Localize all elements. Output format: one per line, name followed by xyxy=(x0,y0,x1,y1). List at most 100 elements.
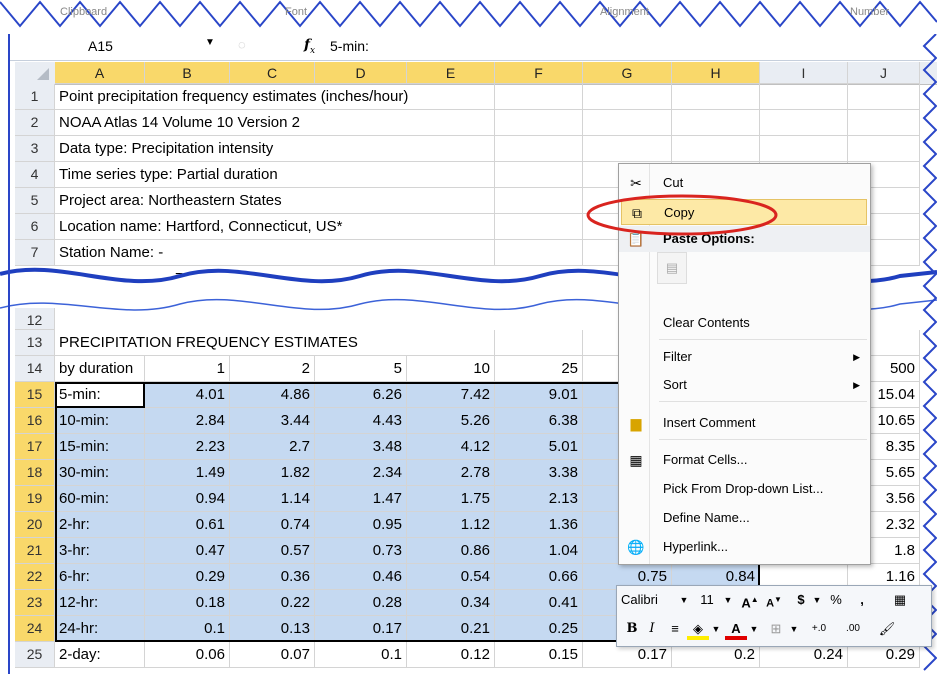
select-all-corner[interactable] xyxy=(15,62,55,84)
chevron-down-icon[interactable]: ▼ xyxy=(677,589,691,611)
cell[interactable] xyxy=(495,214,583,240)
cell-label[interactable]: 2-day: xyxy=(55,642,145,668)
cell-value[interactable]: 1.75 xyxy=(407,486,495,512)
cell-value[interactable]: 3.38 xyxy=(495,460,583,486)
column-header-value[interactable]: 2 xyxy=(230,356,315,382)
cell[interactable] xyxy=(583,84,672,110)
cell-value[interactable]: 0.41 xyxy=(495,590,583,616)
chevron-down-icon[interactable]: ▼ xyxy=(788,618,800,640)
column-header-d[interactable]: D xyxy=(315,62,407,84)
column-header-a[interactable]: A xyxy=(55,62,145,84)
row-header[interactable]: 22 xyxy=(15,564,55,590)
cell-value[interactable]: 0.57 xyxy=(230,538,315,564)
column-header-h[interactable]: H xyxy=(672,62,760,84)
cell-value[interactable]: 0.1 xyxy=(145,616,230,642)
cell-value[interactable]: 7.42 xyxy=(407,382,495,408)
cell-value[interactable]: 0.34 xyxy=(407,590,495,616)
row-header[interactable]: 20 xyxy=(15,512,55,538)
cell-value[interactable]: 4.43 xyxy=(315,408,407,434)
chevron-down-icon[interactable]: ▼ xyxy=(811,589,823,611)
cell-value[interactable]: 4.01 xyxy=(145,382,230,408)
cell-value[interactable]: 0.12 xyxy=(407,642,495,668)
section-title[interactable]: PRECIPITATION FREQUENCY ESTIMATES xyxy=(55,330,407,356)
cell-a4[interactable]: Time series type: Partial duration xyxy=(55,162,407,188)
row-header[interactable]: 12 xyxy=(15,308,55,330)
cell-value[interactable]: 2.7 xyxy=(230,434,315,460)
cell-label[interactable]: 3-hr: xyxy=(55,538,145,564)
row-header[interactable]: 23 xyxy=(15,590,55,616)
cell-value[interactable]: 0.18 xyxy=(145,590,230,616)
row-header[interactable]: 13 xyxy=(15,330,55,356)
column-header-c[interactable]: C xyxy=(230,62,315,84)
cell-label[interactable]: 24-hr: xyxy=(55,616,145,642)
cell[interactable] xyxy=(848,110,920,136)
cell[interactable] xyxy=(760,136,848,162)
row-header[interactable]: 3 xyxy=(15,136,55,162)
column-header-e[interactable]: E xyxy=(407,62,495,84)
cell-value[interactable]: 0.86 xyxy=(407,538,495,564)
chevron-down-icon[interactable]: ▼ xyxy=(710,618,722,640)
row-header[interactable]: 19 xyxy=(15,486,55,512)
borders-icon[interactable]: ⊞ xyxy=(765,618,787,640)
row-header[interactable]: 5 xyxy=(15,188,55,214)
cell-label[interactable]: 10-min: xyxy=(55,408,145,434)
column-header-f[interactable]: F xyxy=(495,62,583,84)
cell-label[interactable]: 5-min: xyxy=(55,382,145,408)
cell-value[interactable]: 0.46 xyxy=(315,564,407,590)
formula-input[interactable]: 5-min: xyxy=(330,38,369,54)
name-box[interactable]: A15 ▼ xyxy=(8,34,215,58)
cell-value[interactable]: 0.95 xyxy=(315,512,407,538)
chevron-down-icon[interactable]: ▼ xyxy=(721,589,735,611)
row-header[interactable]: 18 xyxy=(15,460,55,486)
grow-font-icon[interactable]: A▲ xyxy=(739,589,761,611)
cell[interactable] xyxy=(407,214,495,240)
percent-button[interactable]: % xyxy=(827,589,845,611)
row-header[interactable]: 15 xyxy=(15,382,55,408)
cell-value[interactable]: 0.47 xyxy=(145,538,230,564)
cell-value[interactable]: 0.07 xyxy=(230,642,315,668)
cell-value[interactable]: 0.61 xyxy=(145,512,230,538)
cell-label[interactable]: 2-hr: xyxy=(55,512,145,538)
cell[interactable] xyxy=(495,84,583,110)
menu-item-sort[interactable]: Sort ▶ xyxy=(619,372,870,398)
cell-value[interactable]: 0.28 xyxy=(315,590,407,616)
cell-value[interactable]: 1.12 xyxy=(407,512,495,538)
comma-button[interactable]: , xyxy=(855,589,869,611)
row-header[interactable]: 14 xyxy=(15,356,55,382)
cell-value[interactable]: 0.73 xyxy=(315,538,407,564)
menu-item-define-name[interactable]: Define Name... xyxy=(619,505,870,531)
column-header-j[interactable]: J xyxy=(848,62,920,84)
currency-button[interactable]: $ xyxy=(793,589,809,611)
cell[interactable] xyxy=(672,136,760,162)
menu-item-format-cells[interactable]: ▦ Format Cells... xyxy=(619,447,870,473)
cell-value[interactable]: 0.66 xyxy=(495,564,583,590)
cell-value[interactable]: 0.13 xyxy=(230,616,315,642)
column-header-value[interactable]: 5 xyxy=(315,356,407,382)
cell-label[interactable]: 15-min: xyxy=(55,434,145,460)
bold-button[interactable]: B xyxy=(623,618,641,640)
column-header-value[interactable]: 25 xyxy=(495,356,583,382)
row-header[interactable]: 2 xyxy=(15,110,55,136)
cell-value[interactable]: 5.01 xyxy=(495,434,583,460)
cell-value[interactable]: 2.13 xyxy=(495,486,583,512)
row-header[interactable]: 25 xyxy=(15,642,55,668)
cell-label[interactable]: 60-min: xyxy=(55,486,145,512)
cell-value[interactable]: 0.54 xyxy=(407,564,495,590)
chevron-down-icon[interactable]: ▼ xyxy=(205,37,215,48)
cell-value[interactable]: 0.1 xyxy=(315,642,407,668)
row-header[interactable]: 16 xyxy=(15,408,55,434)
cell[interactable] xyxy=(495,188,583,214)
cell-value[interactable]: 3.48 xyxy=(315,434,407,460)
cell-value[interactable]: 5.26 xyxy=(407,408,495,434)
chevron-down-icon[interactable]: ▼ xyxy=(748,618,760,640)
column-header-b[interactable]: B xyxy=(145,62,230,84)
cell[interactable] xyxy=(407,330,495,356)
align-center-icon[interactable]: ≡ xyxy=(665,618,685,640)
decrease-decimal-icon[interactable]: .00 xyxy=(839,618,867,640)
cell-value[interactable]: 1.47 xyxy=(315,486,407,512)
menu-item-pick-list[interactable]: Pick From Drop-down List... xyxy=(619,476,870,502)
cell-label[interactable]: 12-hr: xyxy=(55,590,145,616)
cell-value[interactable]: 0.06 xyxy=(145,642,230,668)
cell-value[interactable]: 2.78 xyxy=(407,460,495,486)
cell-a5[interactable]: Project area: Northeastern States xyxy=(55,188,407,214)
